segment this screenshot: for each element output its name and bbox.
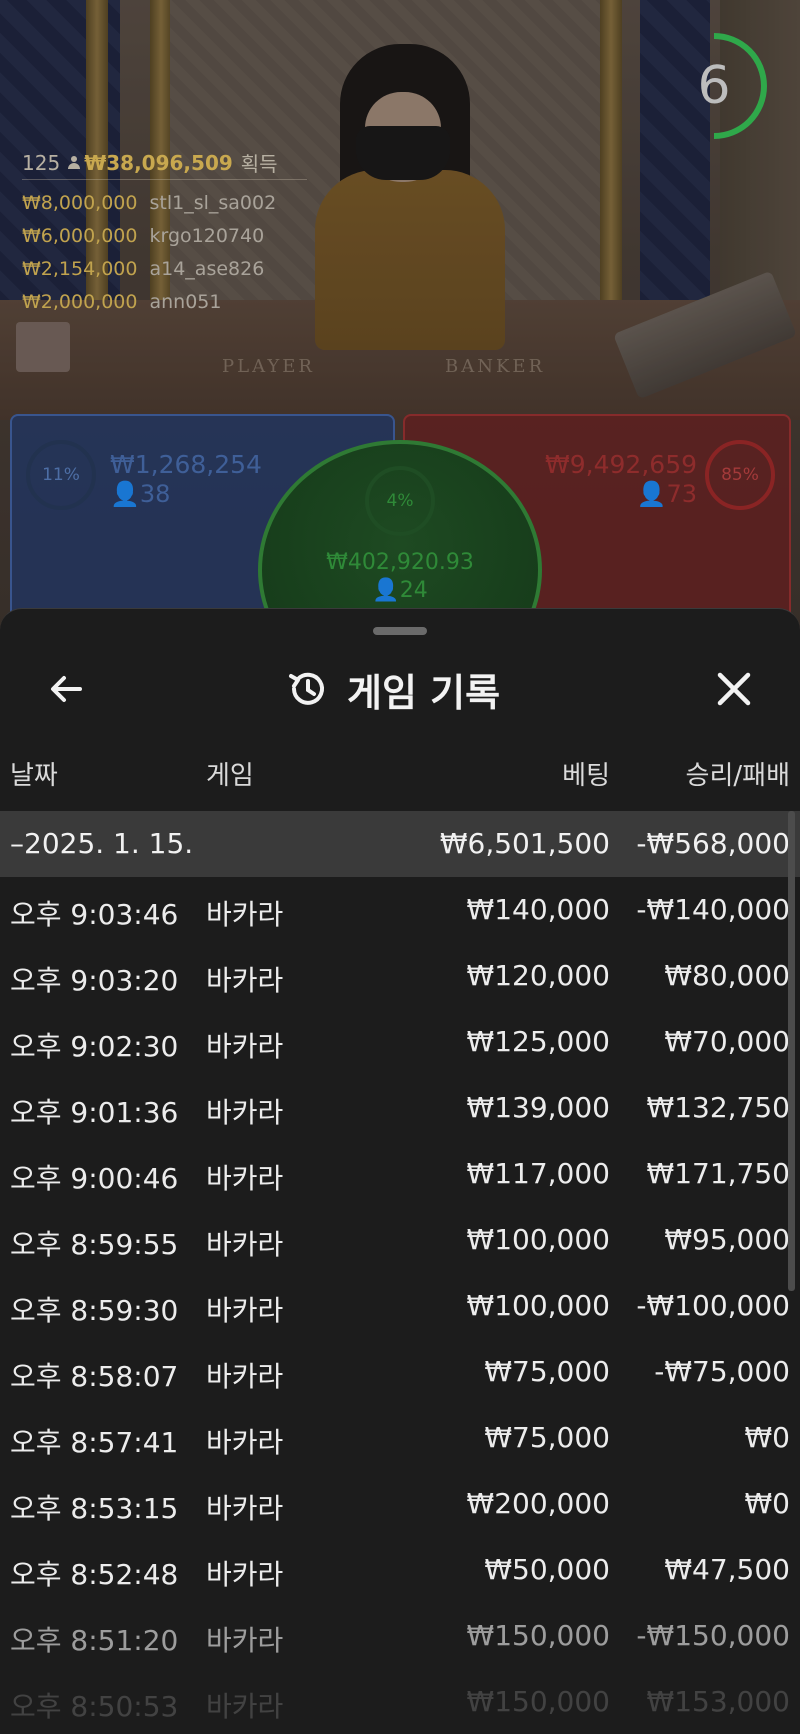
winners-header: 125 ₩38,096,509 획득 <box>22 150 307 180</box>
player-percent: 11% <box>26 440 96 510</box>
table-row[interactable]: 오후 8:59:55 바카라 ₩100,000 ₩95,000 <box>0 1207 800 1273</box>
winners-total: ₩38,096,509 <box>84 150 233 175</box>
scrollbar[interactable] <box>788 811 795 1291</box>
timer-value: 6 <box>697 56 731 116</box>
banker-amount: ₩9,492,659 <box>545 450 697 479</box>
table-row[interactable]: 오후 8:59:30 바카라 ₩100,000 -₩100,000 <box>0 1273 800 1339</box>
user-icon: 👤 <box>636 480 667 508</box>
table-row[interactable]: 오후 9:00:46 바카라 ₩117,000 ₩171,750 <box>0 1141 800 1207</box>
table-row[interactable]: 오후 8:50:53 바카라 ₩150,000 ₩153,000 <box>0 1669 800 1734</box>
winner-row: ₩2,154,000 a14_ase826 <box>22 257 265 280</box>
game-history-sheet: 게임 기록 날짜 게임 베팅 승리/패배 –2025. 1. 15. ₩6,50… <box>0 608 800 1734</box>
close-icon <box>717 672 751 706</box>
table-row[interactable]: 오후 9:03:46 바카라 ₩140,000 -₩140,000 <box>0 877 800 943</box>
user-icon <box>68 155 81 170</box>
table-row[interactable]: 오후 9:03:20 바카라 ₩120,000 ₩80,000 <box>0 943 800 1009</box>
winners-list: 125 ₩38,096,509 획득 ₩8,000,000 stl1_sl_sa0… <box>22 150 322 318</box>
winners-count: 125 <box>22 150 61 175</box>
winner-row: ₩8,000,000 stl1_sl_sa002 <box>22 191 277 214</box>
history-icon <box>289 672 324 705</box>
table-row[interactable]: 오후 8:57:41 바카라 ₩75,000 ₩0 <box>0 1405 800 1471</box>
day-bet: ₩6,501,500 <box>439 827 610 860</box>
user-icon: 👤 <box>110 480 140 508</box>
table-header: 날짜 게임 베팅 승리/패배 <box>0 745 800 801</box>
day-result: -₩568,000 <box>636 827 790 860</box>
banker-percent: 85% <box>705 440 775 510</box>
table-row[interactable]: 오후 9:02:30 바카라 ₩125,000 ₩70,000 <box>0 1009 800 1075</box>
close-button[interactable] <box>706 661 762 717</box>
tie-amount: ₩402,920.93 <box>326 550 474 575</box>
sheet-title: 게임 기록 <box>347 670 501 715</box>
player-count: 👤38 <box>110 480 171 508</box>
history-table: –2025. 1. 15. ₩6,501,500 -₩568,000 오후 9:… <box>0 811 800 1734</box>
table-row[interactable]: 오후 8:53:15 바카라 ₩200,000 ₩0 <box>0 1471 800 1537</box>
col-bet: 베팅 <box>562 761 610 791</box>
user-icon: 👤 <box>372 578 400 603</box>
player-amount: ₩1,268,254 <box>110 450 262 479</box>
col-date: 날짜 <box>10 761 58 791</box>
winner-row: ₩6,000,000 krgo120740 <box>22 224 265 247</box>
table-row[interactable]: 오후 8:58:07 바카라 ₩75,000 -₩75,000 <box>0 1339 800 1405</box>
round-timer: 6 <box>684 30 770 142</box>
table-row[interactable]: 오후 8:52:48 바카라 ₩50,000 ₩47,500 <box>0 1537 800 1603</box>
banker-count: 👤73 <box>636 480 697 508</box>
col-result: 승리/패배 <box>685 761 790 791</box>
back-button[interactable] <box>38 661 94 717</box>
drag-handle[interactable] <box>373 627 427 635</box>
table-row[interactable]: 오후 8:51:20 바카라 ₩150,000 -₩150,000 <box>0 1603 800 1669</box>
winners-suffix: 획득 <box>240 152 278 176</box>
table-row[interactable]: 오후 9:01:36 바카라 ₩139,000 ₩132,750 <box>0 1075 800 1141</box>
tie-percent: 4% <box>365 466 435 536</box>
tie-count: 👤24 <box>372 578 428 603</box>
winner-row: ₩2,000,000 ann051 <box>22 290 222 313</box>
arrow-left-icon <box>51 676 82 702</box>
day-summary-row[interactable]: –2025. 1. 15. ₩6,501,500 -₩568,000 <box>0 811 800 877</box>
col-game: 게임 <box>206 761 254 791</box>
day-date: –2025. 1. 15. <box>10 827 194 860</box>
sheet-header: 게임 기록 <box>285 661 500 717</box>
